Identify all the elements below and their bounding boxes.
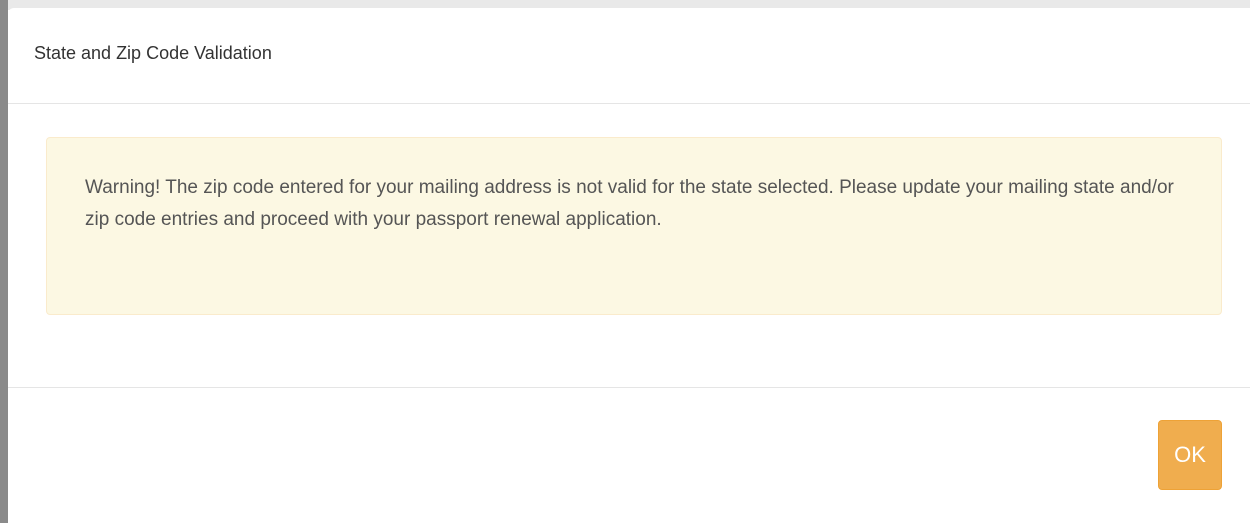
dialog-title: State and Zip Code Validation (34, 43, 272, 63)
dialog-body: Warning! The zip code entered for your m… (8, 104, 1250, 387)
validation-dialog: State and Zip Code Validation Warning! T… (8, 8, 1250, 521)
dialog-footer: OK (8, 387, 1250, 521)
ok-button[interactable]: OK (1158, 420, 1222, 490)
dialog-header: State and Zip Code Validation (8, 8, 1250, 104)
warning-alert: Warning! The zip code entered for your m… (46, 137, 1222, 315)
backdrop-edge (0, 0, 8, 523)
